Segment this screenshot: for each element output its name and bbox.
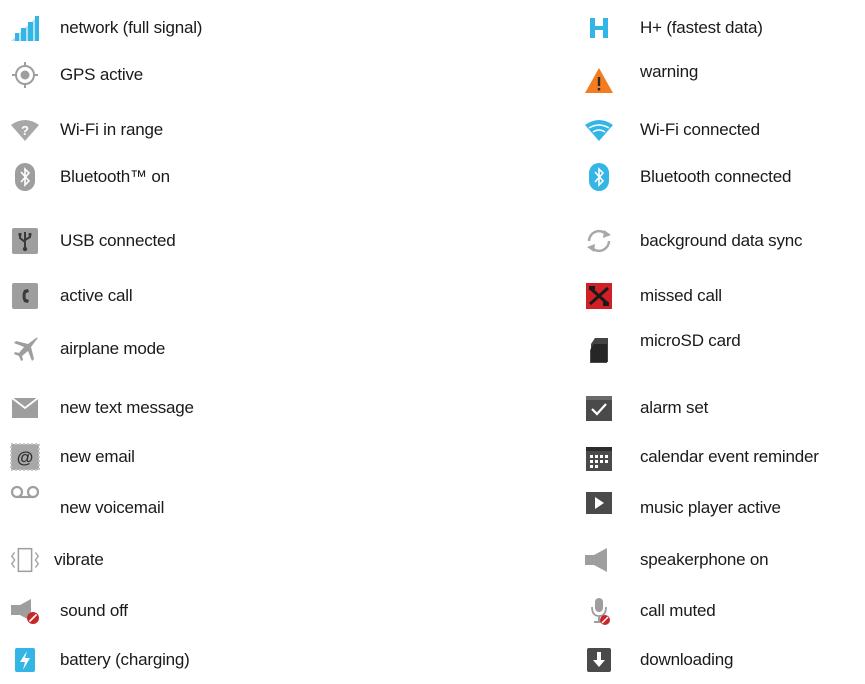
legend-item: microSD card (582, 331, 741, 364)
legend-item: call muted (582, 596, 716, 626)
legend-item: alarm set (582, 393, 708, 423)
speakerphone-icon (582, 545, 616, 575)
legend-item: new text message (8, 393, 194, 423)
email-icon: @ (8, 442, 42, 472)
legend-label: new text message (60, 398, 194, 417)
legend-label: new email (60, 447, 135, 466)
signal-icon (8, 13, 42, 43)
legend-label: Bluetooth connected (640, 167, 792, 186)
usb-icon (8, 226, 42, 256)
missed-call-icon (582, 281, 616, 311)
legend-item: network (full signal) (8, 13, 202, 43)
downloading-icon (582, 645, 616, 675)
legend-item: ? Wi-Fi in range (8, 115, 163, 145)
legend-item: Bluetooth™ on (8, 162, 170, 192)
gps-icon (8, 60, 42, 90)
legend-item: new voicemail (8, 482, 164, 518)
active-call-icon (8, 281, 42, 311)
wifi-range-icon: ? (8, 115, 42, 145)
legend-item: USB connected (8, 226, 176, 256)
legend-item: airplane mode (8, 334, 165, 364)
legend-label: warning (640, 62, 699, 81)
legend-item: GPS active (8, 60, 143, 90)
alarm-icon (582, 393, 616, 423)
legend-item: H+ (fastest data) (582, 13, 763, 43)
hplus-icon (582, 13, 616, 43)
legend-label: new voicemail (60, 498, 165, 517)
legend-label: calendar event reminder (640, 447, 819, 466)
sound-off-icon (8, 596, 42, 626)
microsd-icon (582, 334, 616, 364)
legend-item: sound off (8, 596, 128, 626)
legend-label: network (full signal) (60, 18, 203, 37)
call-muted-icon (582, 596, 616, 626)
legend-label: background data sync (640, 231, 803, 250)
legend-label: downloading (640, 650, 734, 669)
legend-item: downloading (582, 645, 733, 675)
sync-icon (582, 226, 616, 256)
legend-label: H+ (fastest data) (640, 18, 763, 37)
voicemail-icon (8, 485, 42, 515)
legend-item: speakerphone on (582, 545, 769, 575)
svg-text:@: @ (17, 448, 34, 467)
legend-item: music player active (582, 482, 781, 518)
legend-item: calendar event reminder (582, 442, 819, 472)
legend-label: active call (60, 286, 133, 305)
bluetooth-on-icon (8, 162, 42, 192)
legend-label: airplane mode (60, 339, 166, 358)
legend-label: call muted (640, 601, 716, 620)
legend-label: GPS active (60, 65, 144, 84)
wifi-connected-icon (582, 115, 616, 145)
legend-item: Wi-Fi connected (582, 115, 760, 145)
legend-label: USB connected (60, 231, 176, 250)
music-player-icon (582, 485, 616, 515)
status-icon-legend: network (full signal) GPS active ? Wi-Fi… (0, 0, 865, 684)
legend-item: Bluetooth connected (582, 162, 791, 192)
text-message-icon (8, 393, 42, 423)
legend-label: music player active (640, 498, 781, 517)
calendar-icon (582, 442, 616, 472)
legend-label: alarm set (640, 398, 709, 417)
legend-item: warning (582, 62, 699, 94)
legend-item: @ new email (8, 442, 135, 472)
legend-item: battery (charging) (8, 645, 190, 675)
bluetooth-connected-icon (582, 162, 616, 192)
svg-text:?: ? (21, 123, 29, 138)
legend-label: vibrate (54, 550, 104, 569)
legend-label: missed call (640, 286, 722, 305)
legend-label: Wi-Fi in range (60, 120, 164, 139)
airplane-icon (8, 334, 42, 364)
legend-label: Bluetooth™ on (60, 167, 170, 186)
warning-icon (582, 64, 616, 94)
battery-charging-icon (8, 645, 42, 675)
legend-label: sound off (60, 601, 128, 620)
legend-item: missed call (582, 281, 722, 311)
vibrate-icon (8, 545, 42, 575)
legend-label: Wi-Fi connected (640, 120, 760, 139)
legend-label: battery (charging) (60, 650, 190, 669)
legend-label: speakerphone on (640, 550, 769, 569)
legend-label: microSD card (640, 331, 741, 350)
legend-item: vibrate (8, 545, 104, 575)
legend-item: active call (8, 281, 133, 311)
legend-item: background data sync (582, 226, 803, 256)
